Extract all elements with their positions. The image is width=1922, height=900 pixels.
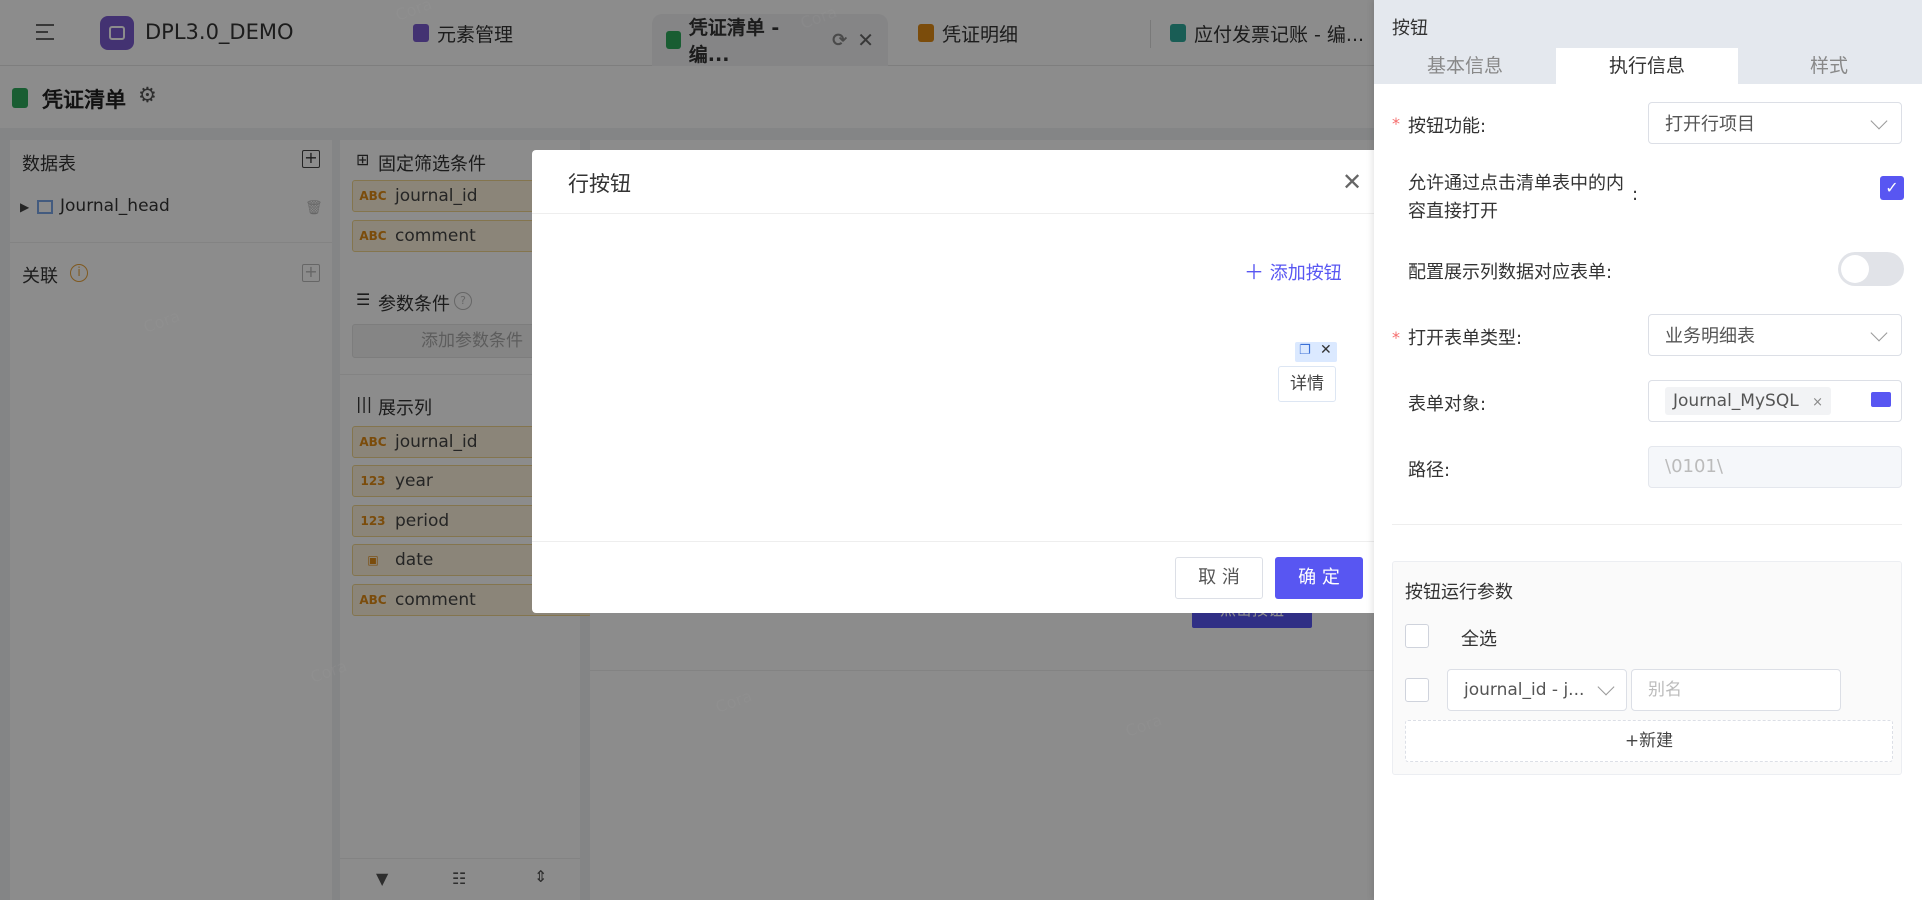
- row-button-modal: 行按钮 ✕ ＋ 添加按钮 ❐ ✕ 详情 取 消 确 定: [532, 150, 1374, 613]
- function-select[interactable]: 打开行项目: [1648, 102, 1902, 144]
- check-icon: ✓: [1885, 178, 1899, 197]
- params-title: 按钮运行参数: [1405, 582, 1513, 603]
- chevron-down-icon: [1870, 112, 1888, 130]
- form-object-field[interactable]: Journal_MySQL ×: [1648, 380, 1902, 422]
- chevron-down-icon: [1870, 324, 1888, 342]
- add-button-link[interactable]: ＋ 添加按钮: [1244, 256, 1342, 285]
- chevron-down-icon: [1597, 678, 1615, 696]
- param-field-select[interactable]: journal_id - j...: [1447, 669, 1627, 711]
- tab-style[interactable]: 样式: [1738, 48, 1920, 84]
- param-row-checkbox[interactable]: [1405, 678, 1429, 702]
- panel-title: 按钮: [1392, 18, 1428, 39]
- cancel-button[interactable]: 取 消: [1175, 557, 1263, 599]
- row-button-tools: ❐ ✕: [1295, 342, 1337, 362]
- plus-icon: ＋: [1244, 260, 1264, 284]
- required-mark: *: [1392, 114, 1400, 133]
- form-object-tag: Journal_MySQL ×: [1665, 387, 1831, 415]
- button-properties-panel: 按钮 基本信息 执行信息 样式 * 按钮功能: 打开行项目 允许通过点击清单表中…: [1374, 0, 1922, 900]
- required-mark: *: [1392, 328, 1400, 347]
- tag-close-icon[interactable]: ×: [1812, 395, 1823, 410]
- modal-footer-divider: [532, 541, 1374, 542]
- section-divider: [1392, 524, 1902, 525]
- modal-close-icon[interactable]: ✕: [1342, 168, 1362, 196]
- alias-input[interactable]: 别名: [1631, 669, 1841, 711]
- tab-execution-info[interactable]: 执行信息: [1556, 48, 1738, 84]
- row-button-detail[interactable]: 详情: [1278, 366, 1336, 402]
- confirm-button[interactable]: 确 定: [1275, 557, 1363, 599]
- colon: :: [1632, 184, 1639, 205]
- modal-header-divider: [532, 213, 1374, 214]
- form-type-select[interactable]: 业务明细表: [1648, 314, 1902, 356]
- select-all-checkbox[interactable]: [1405, 624, 1429, 648]
- form-object-label: 表单对象:: [1408, 394, 1487, 415]
- form-type-label: 打开表单类型:: [1408, 328, 1523, 349]
- select-all-label: 全选: [1461, 629, 1497, 650]
- new-param-button[interactable]: +新建: [1405, 720, 1893, 762]
- params-box: 按钮运行参数 全选 journal_id - j... 别名 +新建: [1392, 561, 1902, 775]
- path-input[interactable]: \0101\: [1648, 446, 1902, 488]
- tab-basic-info[interactable]: 基本信息: [1374, 48, 1556, 84]
- config-label: 配置展示列数据对应表单:: [1408, 262, 1613, 283]
- delete-row-button-icon[interactable]: ✕: [1320, 342, 1332, 358]
- path-label: 路径:: [1408, 460, 1451, 481]
- allow-click-checkbox[interactable]: ✓: [1880, 176, 1904, 200]
- modal-title: 行按钮: [568, 172, 631, 196]
- allow-click-label: 允许通过点击清单表中的内容直接打开: [1408, 173, 1624, 222]
- config-toggle[interactable]: [1838, 252, 1904, 286]
- folder-icon[interactable]: [1871, 392, 1891, 407]
- copy-icon[interactable]: ❐: [1299, 343, 1311, 358]
- function-label: 按钮功能:: [1408, 116, 1487, 137]
